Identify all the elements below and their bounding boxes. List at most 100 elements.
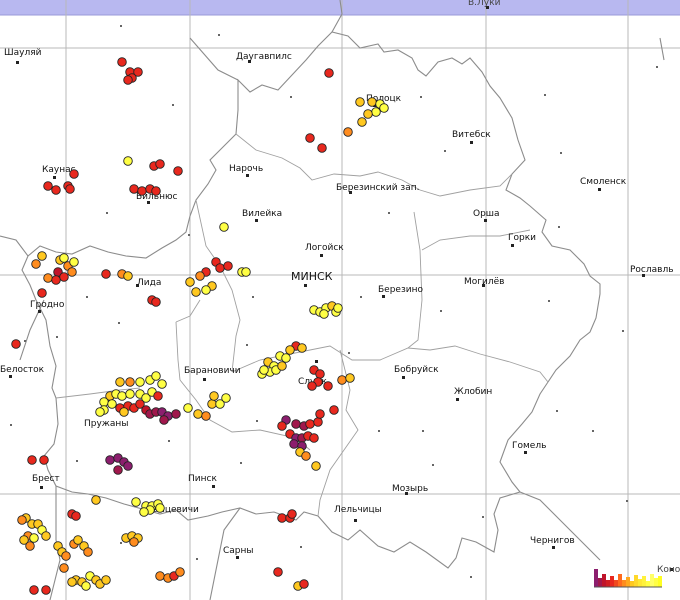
lightning-strike-marker <box>65 184 75 194</box>
lightning-strike-marker <box>175 567 185 577</box>
lightning-strike-marker <box>311 461 321 471</box>
lightning-strike-marker <box>29 585 39 595</box>
lightning-strike-marker <box>29 533 39 543</box>
city-label: Пинск <box>188 474 217 484</box>
lightning-strike-marker <box>277 361 287 371</box>
city-label: Лида <box>137 278 161 288</box>
city-label: Даугавпилс <box>236 52 292 62</box>
lightning-strike-marker <box>345 373 355 383</box>
lightning-strike-marker <box>273 567 283 577</box>
lightning-strike-marker <box>59 563 69 573</box>
lightning-map: Шауляй Даугавпилс В.Луки Полоцк Витебск … <box>0 0 680 600</box>
lightning-strike-marker <box>155 503 165 513</box>
city-label: Шауляй <box>4 48 42 58</box>
lightning-strike-marker <box>67 267 77 277</box>
lightning-strike-marker <box>209 391 219 401</box>
lightning-strike-marker <box>11 339 21 349</box>
lightning-strike-marker <box>43 181 53 191</box>
lightning-strike-marker <box>39 455 49 465</box>
lightning-strike-marker <box>101 575 111 585</box>
lightning-strike-marker <box>135 377 145 387</box>
lightning-strike-marker <box>59 253 69 263</box>
lightning-strike-marker <box>277 513 287 523</box>
lightning-strike-marker <box>185 277 195 287</box>
city-label: Горки <box>508 233 536 243</box>
city-label: Чернигов <box>530 536 575 546</box>
city-label: Смоленск <box>580 177 627 187</box>
lightning-strike-marker <box>277 421 287 431</box>
lightning-strike-marker <box>51 185 61 195</box>
lightning-strike-marker <box>305 419 315 429</box>
lightning-strike-marker <box>131 497 141 507</box>
city-labels: Шауляй Даугавпилс В.Луки Полоцк Витебск … <box>0 0 680 575</box>
city-label: Березинский зап. <box>336 183 419 193</box>
lightning-strike-marker <box>151 297 161 307</box>
country-borders <box>0 0 665 600</box>
lightning-strike-marker <box>281 353 291 363</box>
lightning-strike-marker <box>379 103 389 113</box>
lightning-strike-marker <box>223 261 233 271</box>
lightning-strike-marker <box>99 397 109 407</box>
lightning-strike-marker <box>357 117 367 127</box>
lightning-strike-marker <box>289 439 299 449</box>
city-label: Бобруйск <box>394 365 439 375</box>
city-label: Жлобин <box>454 387 492 397</box>
lightning-strike-marker <box>193 409 203 419</box>
lightning-strikes <box>11 57 389 595</box>
lightning-strike-marker <box>153 391 163 401</box>
capital-label: МИНСК <box>291 270 333 283</box>
lightning-strike-marker <box>51 275 61 285</box>
lightning-strike-marker <box>307 381 317 391</box>
lightning-strike-marker <box>355 97 365 107</box>
lightning-strike-marker <box>315 369 325 379</box>
lightning-strike-marker <box>17 515 27 525</box>
city-label: Витебск <box>452 130 491 140</box>
lightning-strike-marker <box>101 269 111 279</box>
lightning-strike-marker <box>115 377 125 387</box>
lightning-strike-marker <box>315 409 325 419</box>
city-label: Нарочь <box>229 164 263 174</box>
city-label: Брест <box>32 474 60 484</box>
lightning-strike-marker <box>309 433 319 443</box>
city-label: Мозырь <box>392 484 428 494</box>
lightning-strike-marker <box>173 166 183 176</box>
lightning-strike-marker <box>123 156 133 166</box>
lightning-strike-marker <box>37 288 47 298</box>
city-label: Барановичи <box>184 366 241 376</box>
lightning-strike-marker <box>285 345 295 355</box>
lightning-strike-marker <box>67 577 77 587</box>
city-label: Коно <box>657 565 680 575</box>
lightning-strike-marker <box>113 465 123 475</box>
city-label: Сарны <box>223 546 254 556</box>
lightning-strike-marker <box>105 455 115 465</box>
lightning-strike-marker <box>61 551 71 561</box>
lightning-strike-marker <box>69 169 79 179</box>
lightning-strike-marker <box>313 417 323 427</box>
lightning-strike-marker <box>107 399 117 409</box>
lightning-strike-marker <box>183 403 193 413</box>
lightning-strike-marker <box>215 263 225 273</box>
lightning-strike-marker <box>137 186 147 196</box>
lightning-strike-marker <box>191 287 201 297</box>
city-label: Березино <box>378 285 423 295</box>
lightning-strike-marker <box>25 541 35 551</box>
lightning-strike-marker <box>125 389 135 399</box>
lightning-strike-marker <box>71 511 81 521</box>
lightning-strike-marker <box>333 303 343 313</box>
towns <box>9 6 673 578</box>
lightning-strike-marker <box>363 109 373 119</box>
lightning-strike-marker <box>43 273 53 283</box>
internal-borders <box>55 133 549 517</box>
lightning-strike-marker <box>129 184 139 194</box>
lightning-strike-marker <box>195 271 205 281</box>
lightning-strike-marker <box>287 509 297 519</box>
city-label: В.Луки <box>468 0 501 8</box>
lightning-strike-marker <box>171 409 181 419</box>
lightning-strike-marker <box>95 407 105 417</box>
lightning-strike-marker <box>219 222 229 232</box>
lightning-strike-marker <box>299 579 309 589</box>
lightning-strike-marker <box>31 259 41 269</box>
lightning-strike-marker <box>337 375 347 385</box>
lightning-strike-marker <box>317 143 327 153</box>
lightning-strike-marker <box>323 381 333 391</box>
